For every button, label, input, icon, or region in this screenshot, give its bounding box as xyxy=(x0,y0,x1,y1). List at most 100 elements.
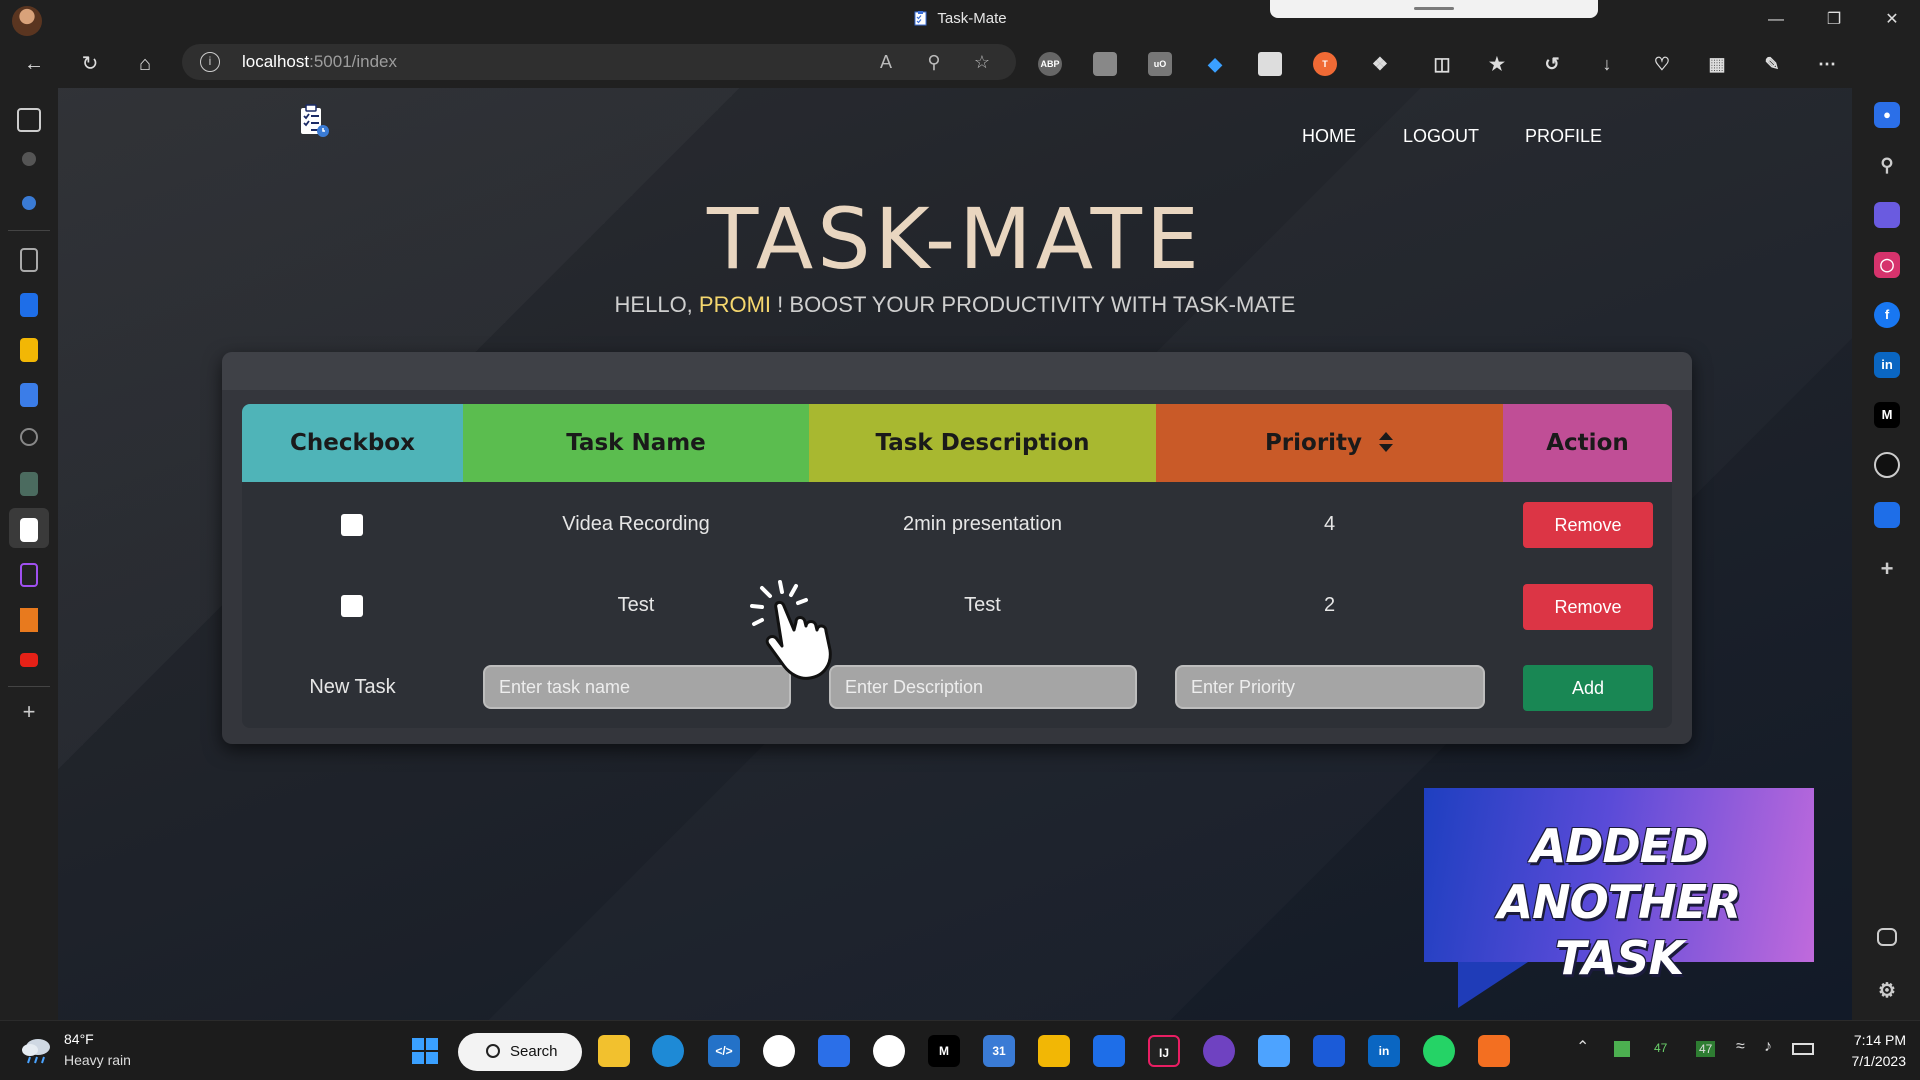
minimize-icon[interactable]: — xyxy=(1764,8,1788,32)
close-icon[interactable]: ✕ xyxy=(1880,8,1904,32)
row-2-remove-button[interactable]: Remove xyxy=(1523,584,1653,630)
nav-profile-link[interactable]: PROFILE xyxy=(1525,126,1602,147)
taskbar-clock[interactable]: 7:14 PM 7/1/2023 xyxy=(1826,1030,1907,1072)
medium-taskbar-icon[interactable]: M xyxy=(928,1035,960,1067)
task-priority-field[interactable] xyxy=(1191,677,1451,698)
restore-icon[interactable]: ❐ xyxy=(1822,8,1846,32)
notifications-bell-icon[interactable]: ● xyxy=(1874,102,1900,128)
tray-badge-1[interactable]: 47 xyxy=(1654,1041,1667,1055)
github-taskbar-icon[interactable] xyxy=(1203,1035,1235,1067)
battery-icon[interactable] xyxy=(1792,1043,1814,1055)
medium-icon[interactable]: M xyxy=(1874,402,1900,428)
task-description-input[interactable] xyxy=(829,665,1137,709)
sort-icon[interactable] xyxy=(1378,431,1394,453)
zoom-icon[interactable]: ⚲ xyxy=(922,50,946,74)
extensions-icon[interactable]: ❖ xyxy=(1368,52,1392,76)
instagram-icon[interactable]: ◯ xyxy=(1874,252,1900,278)
tab-docs-icon[interactable] xyxy=(20,383,38,407)
calendar-icon[interactable]: 31 xyxy=(983,1035,1015,1067)
tab-chatgpt-icon[interactable] xyxy=(20,472,38,496)
tab-actions-icon[interactable] xyxy=(17,108,41,132)
facebook-icon[interactable]: f xyxy=(1874,302,1900,328)
tab-check-icon[interactable] xyxy=(20,428,38,446)
trello-taskbar-icon[interactable] xyxy=(1093,1035,1125,1067)
nav-logout-link[interactable]: LOGOUT xyxy=(1403,126,1479,147)
add-sidebar-app-icon[interactable]: + xyxy=(1874,556,1900,582)
more-menu-icon[interactable]: ⋯ xyxy=(1815,52,1839,76)
tab-document-icon[interactable] xyxy=(20,248,38,272)
edge-browser-icon[interactable] xyxy=(652,1035,684,1067)
whatsapp-icon[interactable] xyxy=(1423,1035,1455,1067)
volume-icon[interactable]: ♪ xyxy=(1764,1038,1772,1056)
orange-extension-icon[interactable]: T xyxy=(1313,52,1337,76)
tray-badge-2[interactable]: 47 xyxy=(1696,1041,1716,1057)
sidebar-search-icon[interactable]: ⚲ xyxy=(1874,152,1900,178)
tab-app-icon[interactable] xyxy=(20,563,38,587)
tab-a-icon[interactable] xyxy=(20,608,38,632)
vscode-icon[interactable]: </> xyxy=(708,1035,740,1067)
header-priority[interactable]: Priority xyxy=(1156,404,1503,482)
task-mate-logo-icon[interactable] xyxy=(298,104,330,138)
intellij-icon[interactable]: IJ xyxy=(1148,1035,1180,1067)
row-1-checkbox[interactable] xyxy=(341,514,363,536)
tray-app-icon[interactable] xyxy=(1614,1041,1630,1057)
wifi-icon[interactable]: ≈ xyxy=(1736,1038,1745,1056)
google-docs-icon[interactable] xyxy=(818,1035,850,1067)
gem-extension-icon[interactable]: ◆ xyxy=(1203,52,1227,76)
home-icon[interactable]: ⌂ xyxy=(131,50,159,78)
github-desktop-icon[interactable] xyxy=(763,1035,795,1067)
screen-extension-icon[interactable] xyxy=(1258,52,1282,76)
url-text[interactable]: localhost:5001/index xyxy=(242,52,397,72)
mail-icon[interactable] xyxy=(1313,1035,1345,1067)
tab-search-pill[interactable] xyxy=(1270,0,1598,18)
weather-temperature[interactable]: 84°F xyxy=(64,1031,94,1047)
performance-icon[interactable]: ♡ xyxy=(1650,52,1674,76)
taskbar-search[interactable]: Search xyxy=(458,1033,582,1071)
github-icon[interactable] xyxy=(1874,452,1900,478)
sidebar-settings-icon[interactable]: ⚙ xyxy=(1874,978,1900,1004)
tab-keep-icon[interactable] xyxy=(20,338,38,362)
row-1-remove-button[interactable]: Remove xyxy=(1523,502,1653,548)
downloads-icon[interactable]: ↓ xyxy=(1595,52,1619,76)
keep-icon[interactable] xyxy=(1038,1035,1070,1067)
task-priority-input[interactable] xyxy=(1175,665,1485,709)
favorite-star-icon[interactable]: ☆ xyxy=(970,50,994,74)
task-name-field[interactable] xyxy=(499,677,759,698)
collections-icon[interactable]: ▦ xyxy=(1705,52,1729,76)
feedback-icon[interactable]: ✎ xyxy=(1760,52,1784,76)
tab-youtube-icon[interactable] xyxy=(20,653,38,667)
adblock-extension-icon[interactable]: ABP xyxy=(1038,52,1062,76)
add-task-button[interactable]: Add xyxy=(1523,665,1653,711)
ublock-extension-icon[interactable]: uO xyxy=(1148,52,1172,76)
xampp-icon[interactable] xyxy=(1478,1035,1510,1067)
tab-icon-2[interactable] xyxy=(22,196,36,210)
task-description-field[interactable] xyxy=(845,677,1105,698)
read-aloud-icon[interactable]: A xyxy=(874,50,898,74)
favorites-icon[interactable]: ★ xyxy=(1485,52,1509,76)
file-explorer-icon[interactable] xyxy=(598,1035,630,1067)
tab-trello-icon[interactable] xyxy=(20,293,38,317)
new-tab-plus-icon[interactable]: + xyxy=(17,700,41,724)
history-icon[interactable]: ↺ xyxy=(1540,52,1564,76)
start-windows-icon[interactable] xyxy=(409,1035,441,1067)
nav-home-link[interactable]: HOME xyxy=(1302,126,1356,147)
linkedin-taskbar-icon[interactable]: in xyxy=(1368,1035,1400,1067)
tab-task-mate-icon[interactable] xyxy=(20,518,38,542)
app-robot-icon[interactable] xyxy=(873,1035,905,1067)
row-2-checkbox[interactable] xyxy=(341,595,363,617)
refresh-icon[interactable]: ↻ xyxy=(76,50,104,78)
tray-chevron-icon[interactable]: ⌃ xyxy=(1576,1037,1589,1057)
site-info-icon[interactable]: i xyxy=(200,52,220,72)
back-icon[interactable]: ← xyxy=(20,50,48,78)
address-bar[interactable]: i localhost:5001/index A ⚲ ☆ xyxy=(182,44,1016,80)
copilot-icon[interactable] xyxy=(1874,202,1900,228)
split-screen-icon[interactable]: ◫ xyxy=(1430,52,1454,76)
weather-rain-icon[interactable] xyxy=(20,1035,54,1065)
notepad-icon[interactable] xyxy=(1258,1035,1290,1067)
linkedin-icon[interactable]: in xyxy=(1874,352,1900,378)
shield-extension-icon[interactable] xyxy=(1093,52,1117,76)
tab-icon-1[interactable] xyxy=(22,152,36,166)
weather-condition[interactable]: Heavy rain xyxy=(64,1052,131,1068)
hide-sidebar-icon[interactable] xyxy=(1877,928,1897,946)
trello-icon[interactable] xyxy=(1874,502,1900,528)
